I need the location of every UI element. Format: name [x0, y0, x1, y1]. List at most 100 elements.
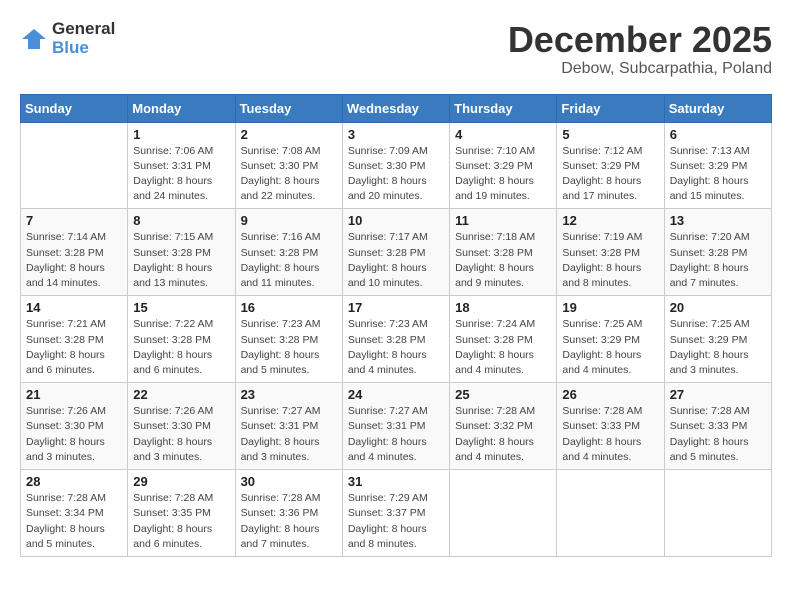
sunset-label: Sunset: 3:34 PM — [26, 507, 104, 519]
daylight-label: Daylight: 8 hours and 6 minutes. — [133, 349, 212, 376]
sunset-label: Sunset: 3:29 PM — [455, 160, 533, 172]
sunset-label: Sunset: 3:28 PM — [133, 247, 211, 259]
day-number: 4 — [455, 127, 551, 142]
daylight-label: Daylight: 8 hours and 22 minutes. — [241, 175, 320, 202]
calendar-week-2: 7Sunrise: 7:14 AMSunset: 3:28 PMDaylight… — [21, 209, 772, 296]
sunset-label: Sunset: 3:31 PM — [241, 420, 319, 432]
sunrise-label: Sunrise: 7:19 AM — [562, 231, 642, 243]
calendar-week-4: 21Sunrise: 7:26 AMSunset: 3:30 PMDayligh… — [21, 383, 772, 470]
sunrise-label: Sunrise: 7:28 AM — [26, 492, 106, 504]
calendar-cell: 6 Sunrise: 7:13 AMSunset: 3:29 PMDaylight… — [664, 122, 771, 209]
day-info: Sunrise: 7:26 AMSunset: 3:30 PMDaylight:… — [133, 404, 229, 465]
day-number: 11 — [455, 213, 551, 228]
logo-blue: Blue — [52, 39, 115, 58]
day-header-tuesday: Tuesday — [235, 94, 342, 122]
sunrise-label: Sunrise: 7:20 AM — [670, 231, 750, 243]
day-number: 13 — [670, 213, 766, 228]
day-info: Sunrise: 7:16 AMSunset: 3:28 PMDaylight:… — [241, 230, 337, 291]
day-info: Sunrise: 7:09 AMSunset: 3:30 PMDaylight:… — [348, 144, 444, 205]
sunset-label: Sunset: 3:31 PM — [133, 160, 211, 172]
day-header-wednesday: Wednesday — [342, 94, 449, 122]
sunset-label: Sunset: 3:32 PM — [455, 420, 533, 432]
daylight-label: Daylight: 8 hours and 5 minutes. — [241, 349, 320, 376]
sunset-label: Sunset: 3:28 PM — [241, 334, 319, 346]
sunset-label: Sunset: 3:30 PM — [241, 160, 319, 172]
day-info: Sunrise: 7:23 AM Sunset: 3:28 PM Daylight:… — [241, 317, 337, 378]
sunset-label: Sunset: 3:28 PM — [348, 247, 426, 259]
day-number: 23 — [241, 387, 337, 402]
day-number: 16 — [241, 300, 337, 315]
daylight-label: Daylight: 8 hours and 24 minutes. — [133, 175, 212, 202]
day-info: Sunrise: 7:25 AMSunset: 3:29 PMDaylight:… — [670, 317, 766, 378]
sunset-label: Sunset: 3:30 PM — [133, 420, 211, 432]
calendar: SundayMondayTuesdayWednesdayThursdayFrid… — [20, 94, 772, 557]
sunrise-label: Sunrise: 7:27 AM — [348, 405, 428, 417]
day-number: 12 — [562, 213, 658, 228]
calendar-cell: 16 Sunrise: 7:23 AM Sunset: 3:28 PM Dayligh… — [235, 296, 342, 383]
calendar-cell: 20 Sunrise: 7:25 AMSunset: 3:29 PMDayligh… — [664, 296, 771, 383]
calendar-cell: 13Sunrise: 7:20 AMSunset: 3:28 PMDayligh… — [664, 209, 771, 296]
sunset-label: Sunset: 3:36 PM — [241, 507, 319, 519]
sunrise-label: Sunrise: 7:28 AM — [241, 492, 321, 504]
day-info: Sunrise: 7:18 AMSunset: 3:28 PMDaylight:… — [455, 230, 551, 291]
location-title: Debow, Subcarpathia, Poland — [508, 60, 772, 78]
sunrise-label: Sunrise: 7:08 AM — [241, 145, 321, 157]
day-number: 6 — [670, 127, 766, 142]
day-info: Sunrise: 7:27 AMSunset: 3:31 PMDaylight:… — [348, 404, 444, 465]
day-number: 8 — [133, 213, 229, 228]
calendar-cell — [450, 470, 557, 557]
sunrise-label: Sunrise: 7:27 AM — [241, 405, 321, 417]
sunset-label: Sunset: 3:37 PM — [348, 507, 426, 519]
day-info: Sunrise: 7:15 AMSunset: 3:28 PMDaylight:… — [133, 230, 229, 291]
sunrise-label: Sunrise: 7:09 AM — [348, 145, 428, 157]
daylight-label: Daylight: 8 hours and 5 minutes. — [670, 436, 749, 463]
day-number: 20 — [670, 300, 766, 315]
header-row: SundayMondayTuesdayWednesdayThursdayFrid… — [21, 94, 772, 122]
calendar-cell: 8 Sunrise: 7:15 AMSunset: 3:28 PMDaylight… — [128, 209, 235, 296]
title-area: December 2025 Debow, Subcarpathia, Polan… — [508, 20, 772, 78]
calendar-week-3: 14Sunrise: 7:21 AMSunset: 3:28 PMDayligh… — [21, 296, 772, 383]
calendar-header: SundayMondayTuesdayWednesdayThursdayFrid… — [21, 94, 772, 122]
day-number: 10 — [348, 213, 444, 228]
day-info: Sunrise: 7:14 AMSunset: 3:28 PMDaylight:… — [26, 230, 122, 291]
daylight-label: Daylight: 8 hours and 6 minutes. — [26, 349, 105, 376]
day-info: Sunrise: 7:28 AMSunset: 3:33 PMDaylight:… — [562, 404, 658, 465]
day-info: Sunrise: 7:10 AMSunset: 3:29 PMDaylight:… — [455, 144, 551, 205]
sunset-label: Sunset: 3:28 PM — [133, 334, 211, 346]
sunrise-label: Sunrise: 7:13 AM — [670, 145, 750, 157]
calendar-cell: 3Sunrise: 7:09 AMSunset: 3:30 PMDaylight… — [342, 122, 449, 209]
sunrise-label: Sunrise: 7:22 AM — [133, 318, 213, 330]
sunrise-label: Sunrise: 7:10 AM — [455, 145, 535, 157]
day-info: Sunrise: 7:13 AMSunset: 3:29 PMDaylight:… — [670, 144, 766, 205]
daylight-label: Daylight: 8 hours and 3 minutes. — [241, 436, 320, 463]
daylight-label: Daylight: 8 hours and 4 minutes. — [348, 349, 427, 376]
calendar-body: 1Sunrise: 7:06 AMSunset: 3:31 PMDaylight… — [21, 122, 772, 556]
sunrise-label: Sunrise: 7:28 AM — [670, 405, 750, 417]
calendar-cell: 19Sunrise: 7:25 AMSunset: 3:29 PMDayligh… — [557, 296, 664, 383]
day-info: Sunrise: 7:22 AM Sunset: 3:28 PM Daylight:… — [133, 317, 229, 378]
sunset-label: Sunset: 3:28 PM — [26, 247, 104, 259]
calendar-cell: 9Sunrise: 7:16 AMSunset: 3:28 PMDaylight… — [235, 209, 342, 296]
day-info: Sunrise: 7:24 AMSunset: 3:28 PMDaylight:… — [455, 317, 551, 378]
day-number: 21 — [26, 387, 122, 402]
sunrise-label: Sunrise: 7:26 AM — [26, 405, 106, 417]
calendar-cell: 12Sunrise: 7:19 AMSunset: 3:28 PMDayligh… — [557, 209, 664, 296]
sunrise-label: Sunrise: 7:12 AM — [562, 145, 642, 157]
daylight-label: Daylight: 8 hours and 3 minutes. — [133, 436, 212, 463]
day-info: Sunrise: 7:23 AMSunset: 3:28 PMDaylight:… — [348, 317, 444, 378]
calendar-cell: 14Sunrise: 7:21 AMSunset: 3:28 PMDayligh… — [21, 296, 128, 383]
day-info: Sunrise: 7:06 AMSunset: 3:31 PMDaylight:… — [133, 144, 229, 205]
daylight-label: Daylight: 8 hours and 17 minutes. — [562, 175, 641, 202]
day-number: 17 — [348, 300, 444, 315]
daylight-label: Daylight: 8 hours and 5 minutes. — [26, 523, 105, 550]
calendar-cell — [557, 470, 664, 557]
calendar-cell: 11 Sunrise: 7:18 AMSunset: 3:28 PMDayligh… — [450, 209, 557, 296]
daylight-label: Daylight: 8 hours and 6 minutes. — [133, 523, 212, 550]
daylight-label: Daylight: 8 hours and 8 minutes. — [562, 262, 641, 289]
day-number: 27 — [670, 387, 766, 402]
calendar-cell: 27Sunrise: 7:28 AMSunset: 3:33 PMDayligh… — [664, 383, 771, 470]
sunrise-label: Sunrise: 7:23 AM — [241, 318, 321, 330]
sunset-label: Sunset: 3:30 PM — [26, 420, 104, 432]
daylight-label: Daylight: 8 hours and 3 minutes. — [26, 436, 105, 463]
sunrise-label: Sunrise: 7:14 AM — [26, 231, 106, 243]
